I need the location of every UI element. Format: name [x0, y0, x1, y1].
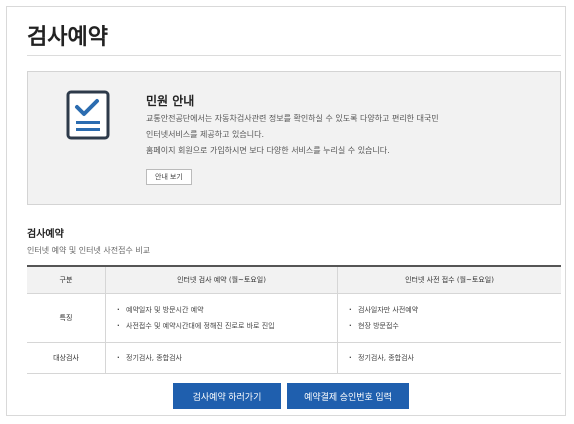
go-to-reservation-button[interactable]: 검사예약 하러가기: [173, 383, 281, 409]
table-row: 대상검사 정기검사, 종합검사 정기검사, 종합검사: [27, 342, 561, 374]
section-description: 인터넷 예약 및 인터넷 사전접수 비교: [27, 246, 151, 255]
comparison-table: 구분 인터넷 검사 예약 (월~토요일) 인터넷 사전 접수 (월~토요일) 특…: [27, 265, 561, 374]
header-category: 구분: [27, 265, 106, 294]
list-item: 정기검사, 종합검사: [117, 350, 336, 366]
notice-text-line-1: 교통안전공단에서는 자동차검사관련 정보를 확인하실 수 있도록 다양하고 편리…: [146, 114, 439, 123]
list-item: 현장 방문접수: [349, 318, 560, 334]
title-divider: [27, 55, 561, 56]
list-item: 검사일자만 사전예약: [349, 302, 560, 318]
feature-list: 예약일자 및 방문시간 예약 사전접수 및 예약시간대에 정해진 진로로 바로 …: [107, 302, 336, 334]
header-online-preregistration: 인터넷 사전 접수 (월~토요일): [337, 265, 561, 294]
notice-box: 민원 안내 교통안전공단에서는 자동차검사관련 정보를 확인하실 수 있도록 다…: [27, 71, 561, 205]
page-title: 검사예약: [27, 25, 108, 50]
content-frame: 검사예약 민원 안내 교통안전공단에서는 자동차검사관련 정보를 확인하실 수 …: [6, 6, 566, 416]
notice-text-line-2: 인터넷서비스를 제공하고 있습니다.: [146, 130, 265, 139]
table-cell: 예약일자 및 방문시간 예약 사전접수 및 예약시간대에 정해진 진로로 바로 …: [105, 293, 338, 343]
view-guide-button[interactable]: 안내 보기: [146, 169, 192, 185]
checklist-icon: [66, 90, 110, 140]
notice-title: 민원 안내: [146, 94, 195, 108]
list-item: 예약일자 및 방문시간 예약: [117, 302, 336, 318]
table-header-row: 구분 인터넷 검사 예약 (월~토요일) 인터넷 사전 접수 (월~토요일): [27, 265, 561, 294]
row-category: 대상검사: [27, 342, 106, 374]
list-item: 정기검사, 종합검사: [349, 350, 560, 366]
target-list: 정기검사, 종합검사: [339, 350, 560, 366]
row-category: 특징: [27, 293, 106, 343]
table-cell: 정기검사, 종합검사: [337, 342, 561, 374]
table-row: 특징 예약일자 및 방문시간 예약 사전접수 및 예약시간대에 정해진 진로로 …: [27, 293, 561, 343]
list-item: 사전접수 및 예약시간대에 정해진 진로로 바로 진입: [117, 318, 336, 334]
feature-list: 검사일자만 사전예약 현장 방문접수: [339, 302, 560, 334]
table-cell: 정기검사, 종합검사: [105, 342, 338, 374]
table-cell: 검사일자만 사전예약 현장 방문접수: [337, 293, 561, 343]
notice-text-line-3: 홈페이지 회원으로 가입하시면 보다 다양한 서비스를 누리실 수 있습니다.: [146, 146, 390, 155]
target-list: 정기검사, 종합검사: [107, 350, 336, 366]
enter-payment-approval-button[interactable]: 예약결제 승인번호 입력: [287, 383, 409, 409]
section-title: 검사예약: [27, 229, 64, 240]
header-online-reservation: 인터넷 검사 예약 (월~토요일): [105, 265, 338, 294]
